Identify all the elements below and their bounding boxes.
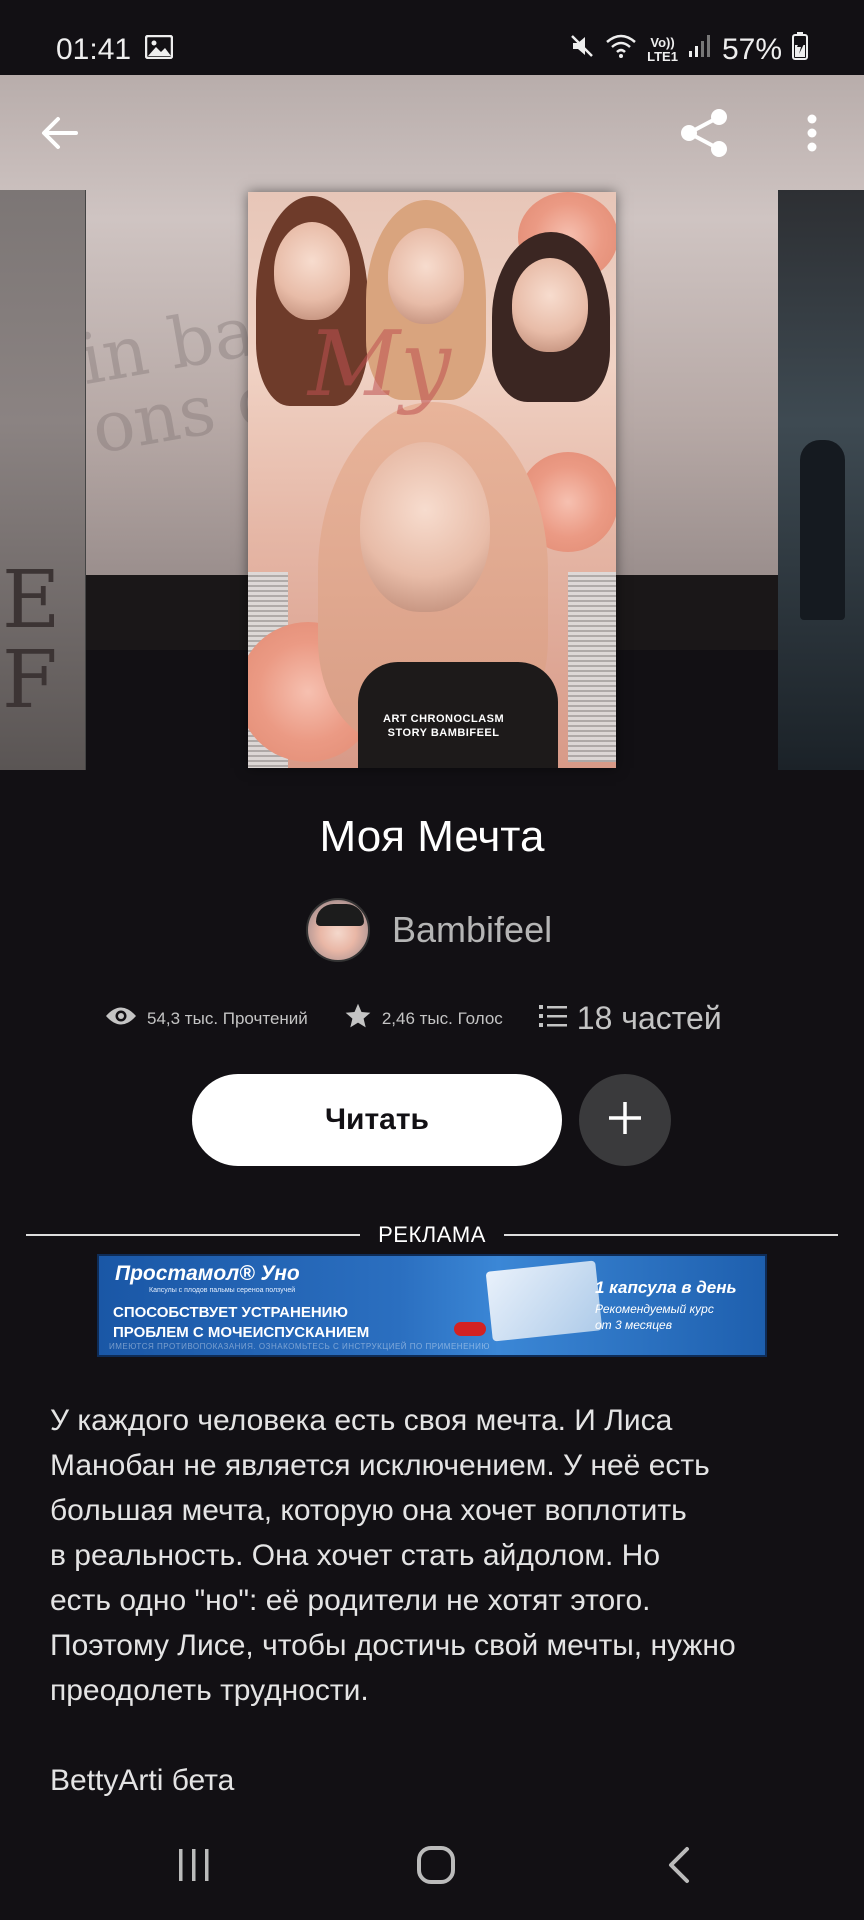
next-cover-figure (800, 440, 845, 620)
ad-headline-2: ПРОБЛЕМ С МОЧЕИСПУСКАНИЕМ (113, 1324, 370, 1341)
star-icon (344, 1002, 372, 1035)
wifi-icon (605, 33, 637, 67)
home-icon[interactable] (396, 1830, 476, 1900)
status-time: 01:41 (56, 33, 132, 66)
battery-icon (792, 32, 808, 68)
eye-icon (105, 1005, 137, 1032)
ad-product-box (485, 1260, 603, 1342)
description-credit: BettyArti бета (50, 1764, 235, 1797)
author-name[interactable]: Bambifeel (392, 909, 552, 951)
previous-story-cover[interactable]: E F (0, 190, 86, 770)
ad-brand: Простамол® Уно (115, 1262, 300, 1285)
cover-face (274, 222, 350, 320)
cover-caption-line-1: ART CHRONOCLASM (383, 713, 505, 725)
ad-course-1: Рекомендуемый курс (595, 1302, 714, 1316)
story-title: Моя Мечта (319, 812, 545, 861)
back-icon[interactable] (638, 1830, 718, 1900)
description-line: большая мечта, которую она хочет воплоти… (50, 1494, 687, 1527)
add-to-library-button[interactable] (579, 1074, 671, 1166)
description-line: есть одно "но": её родители не хотят это… (50, 1584, 651, 1617)
system-nav-bar (0, 1810, 864, 1920)
ad-headline-1: СПОСОБСТВУЕТ УСТРАНЕНИЮ (113, 1304, 348, 1321)
gallery-icon (144, 33, 174, 67)
mute-icon (569, 33, 595, 67)
cover-face (388, 228, 464, 324)
ad-subbrand: Капсулы с плодов пальмы сереноа ползучей (149, 1287, 296, 1294)
description-line: Поэтому Лисе, чтобы достичь свой мечты, … (50, 1629, 736, 1662)
ad-disclaimer: ИМЕЮТСЯ ПРОТИВОПОКАЗАНИЯ. ОЗНАКОМЬТЕСЬ С… (109, 1342, 491, 1351)
cover-script-title: My (308, 312, 451, 417)
story-cover[interactable]: My ART CHRONOCLASM STORY BAMBIFEEL (248, 192, 616, 768)
cover-caption-line-2: STORY BAMBIFEEL (387, 727, 500, 739)
reads-stat: 54,3 тыс. Прочтений (105, 1005, 308, 1032)
ad-dosage: 1 капсула в день (595, 1278, 737, 1297)
read-button[interactable]: Читать (192, 1074, 562, 1166)
ad-pill-icon (454, 1322, 486, 1336)
signal-icon (688, 33, 712, 67)
author-link[interactable]: Bambifeel (306, 898, 552, 962)
ad-banner[interactable]: Простамол® Уно Капсулы с плодов пальмы с… (97, 1254, 767, 1357)
previous-cover-letters: E F (2, 560, 60, 720)
list-icon (538, 1000, 567, 1037)
cover-newspaper (568, 572, 616, 762)
share-icon[interactable] (672, 100, 738, 165)
description-line: Манобан не является исключением. У неё е… (50, 1449, 710, 1482)
recent-apps-icon[interactable] (154, 1830, 234, 1900)
parts-stat[interactable]: 18 частей (538, 1000, 722, 1037)
description-line: в реальность. Она хочет стать айдолом. Н… (50, 1539, 661, 1572)
next-story-cover[interactable] (778, 190, 864, 770)
network-label-volte: Vo)) (650, 35, 675, 50)
top-bar (0, 100, 864, 165)
battery-percent: 57% (721, 33, 782, 66)
ad-label-row: РЕКЛАМА (26, 1220, 838, 1250)
author-avatar[interactable] (306, 898, 370, 962)
divider (26, 1234, 361, 1236)
description-line: преодолеть трудности. (50, 1674, 369, 1707)
story-description: У каждого человека есть своя мечта. И Ли… (50, 1398, 820, 1803)
votes-count: 2,46 тыс. Голос (381, 1008, 503, 1028)
cover-face (360, 442, 490, 612)
previous-cover-letter-2: F (2, 633, 58, 726)
ad-label: РЕКЛАМА (378, 1222, 486, 1247)
divider (503, 1234, 838, 1236)
more-vertical-icon[interactable] (786, 100, 838, 165)
description-line: У каждого человека есть своя мечта. И Ли… (50, 1404, 673, 1437)
cover-face (512, 258, 588, 352)
story-stats: 54,3 тыс. Прочтений 2,46 тыс. Голос 18 ч… (105, 1000, 722, 1037)
votes-stat: 2,46 тыс. Голос (344, 1002, 503, 1035)
network-type: Vo)) LTE1 (647, 36, 678, 64)
back-arrow-icon[interactable] (30, 100, 88, 165)
ad-course-2: от 3 месяцев (595, 1318, 672, 1332)
cover-caption: ART CHRONOCLASM STORY BAMBIFEEL (383, 712, 504, 740)
reads-count: 54,3 тыс. Прочтений (147, 1008, 308, 1028)
description-gap (50, 1713, 820, 1758)
network-label-lte: LTE1 (647, 49, 678, 64)
plus-icon (607, 1100, 643, 1141)
parts-count[interactable]: 18 частей (577, 1000, 722, 1037)
